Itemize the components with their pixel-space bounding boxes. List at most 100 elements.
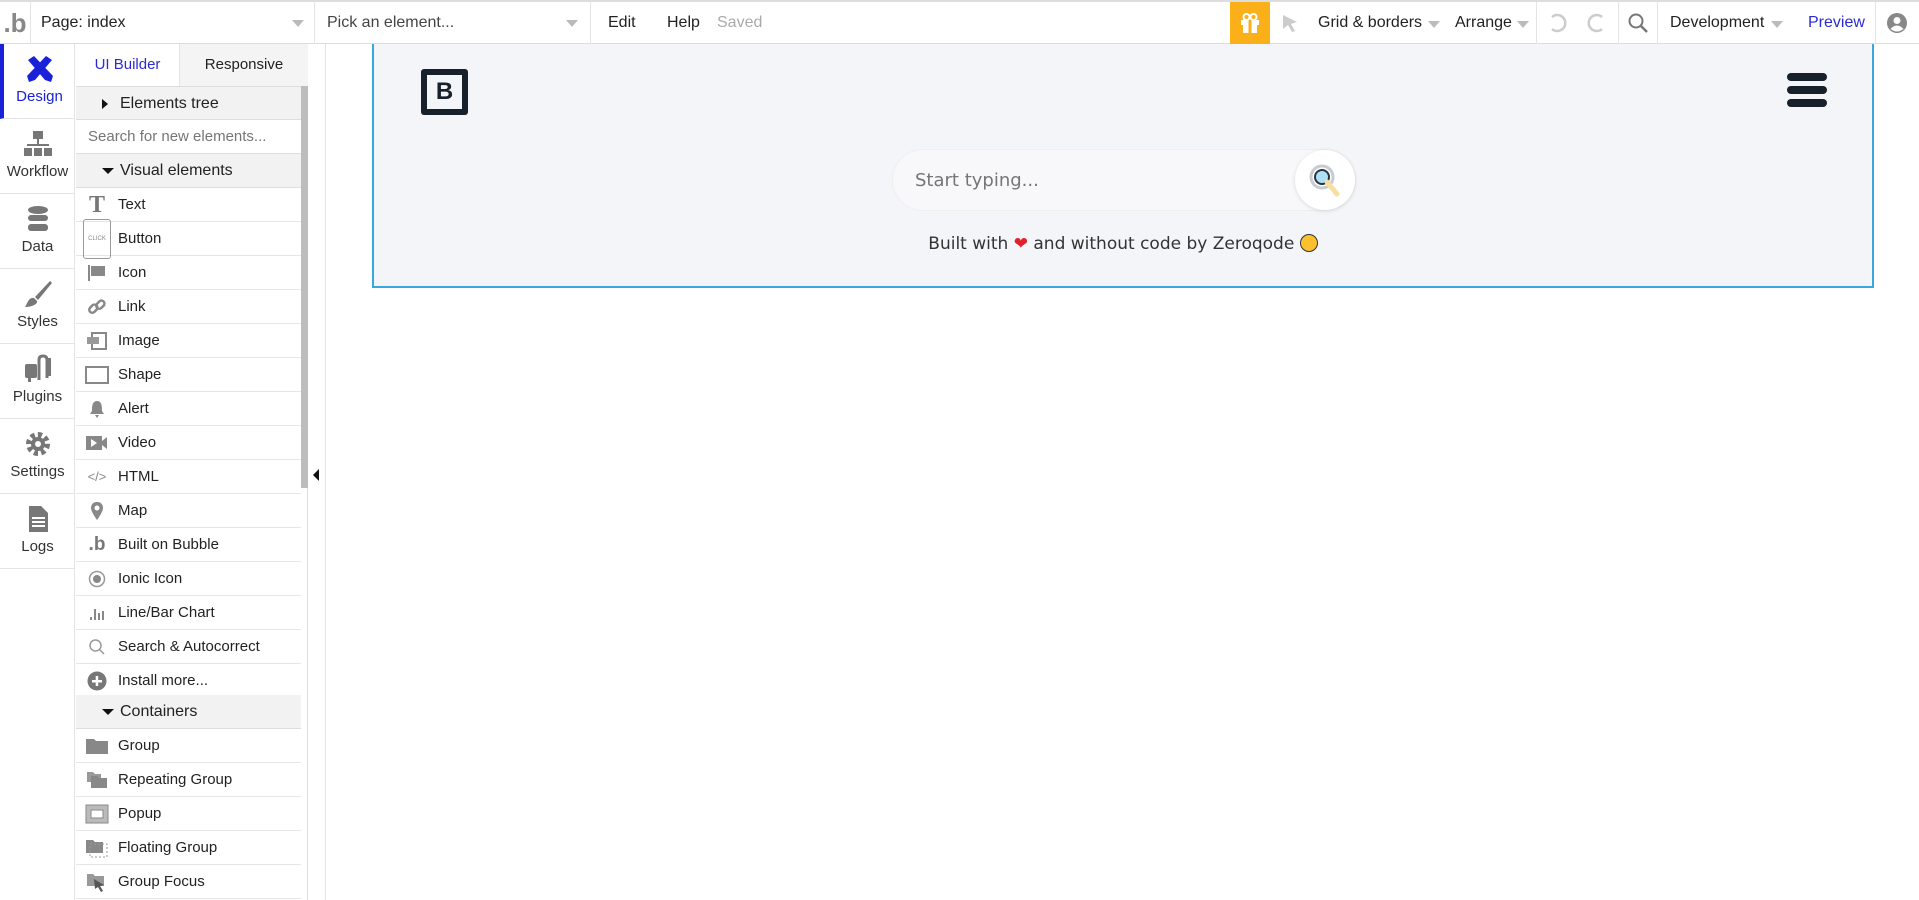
- element-item-label: Shape: [118, 366, 162, 383]
- tab-responsive[interactable]: Responsive: [179, 44, 308, 86]
- element-item-label: Install more...: [118, 672, 209, 689]
- search-button[interactable]: [1295, 150, 1355, 210]
- visual-elements-header[interactable]: Visual elements: [76, 154, 301, 188]
- gear-icon: [25, 432, 50, 456]
- edit-menu[interactable]: Edit: [608, 2, 636, 44]
- element-item-repeating-group[interactable]: Repeating Group: [76, 763, 301, 797]
- redo-icon[interactable]: [1586, 12, 1608, 34]
- elements-panel: UI Builder Responsive Elements tree Visu…: [76, 44, 308, 900]
- install-more-icon: [84, 671, 110, 691]
- tab-ui-builder[interactable]: UI Builder: [76, 44, 179, 86]
- footer-text: Built with: [928, 234, 1009, 254]
- element-item-ionic-icon[interactable]: Ionic Icon: [76, 562, 301, 596]
- containers-header[interactable]: Containers: [76, 695, 301, 729]
- page-canvas[interactable]: B Built with ❤ and without code by Zeroq…: [372, 44, 1874, 288]
- nav-plugins[interactable]: Plugins: [0, 344, 75, 419]
- element-item-label: Search & Autocorrect: [118, 638, 260, 655]
- nav-logs[interactable]: Logs: [0, 494, 75, 569]
- nav-label: Workflow: [6, 163, 69, 180]
- element-item-map[interactable]: Map: [76, 494, 301, 528]
- element-item-search-autocorrect[interactable]: Search & Autocorrect: [76, 630, 301, 664]
- hamburger-menu-icon[interactable]: [1787, 73, 1827, 107]
- element-item-icon[interactable]: Icon: [76, 256, 301, 290]
- gift-button[interactable]: [1230, 2, 1270, 44]
- undo-icon[interactable]: [1546, 12, 1568, 34]
- element-item-alert[interactable]: Alert: [76, 392, 301, 426]
- element-item-popup[interactable]: Popup: [76, 797, 301, 831]
- group-icon: [84, 736, 110, 756]
- element-search-input[interactable]: [76, 120, 301, 154]
- preview-button[interactable]: Preview: [1808, 2, 1865, 44]
- nav-workflow[interactable]: Workflow: [0, 119, 75, 194]
- element-item-button[interactable]: CLICK Button: [76, 219, 301, 259]
- page-select-value: Page: index: [41, 14, 126, 31]
- element-item-label: Group: [118, 737, 160, 754]
- element-item-label: Floating Group: [118, 839, 218, 856]
- element-picker-placeholder: Pick an element...: [327, 14, 455, 31]
- element-item-label: HTML: [118, 468, 159, 485]
- element-item-shape[interactable]: Shape: [76, 358, 301, 392]
- element-item-label: Alert: [118, 400, 149, 417]
- panel-scrollbar[interactable]: [301, 86, 308, 488]
- video-icon: [84, 433, 110, 453]
- smiley-icon: [1299, 234, 1318, 252]
- plug-icon: [24, 354, 51, 382]
- element-item-html[interactable]: </> HTML: [76, 460, 301, 494]
- element-item-floating-group[interactable]: Floating Group: [76, 831, 301, 865]
- search-input[interactable]: [915, 164, 1275, 196]
- element-item-text[interactable]: T Text: [76, 188, 301, 222]
- footer-credit: Built with ❤ and without code by Zeroqod…: [374, 234, 1872, 254]
- nav-data[interactable]: Data: [0, 194, 75, 269]
- element-picker[interactable]: Pick an element...: [315, 2, 591, 44]
- top-toolbar: .b Page: index Pick an element... Edit H…: [0, 0, 1919, 44]
- divider: [1536, 2, 1537, 44]
- panel-collapse-strip[interactable]: [308, 44, 326, 900]
- element-item-label: Built on Bubble: [118, 536, 219, 553]
- popup-icon: [84, 804, 110, 824]
- chevron-down-icon: [1428, 21, 1440, 28]
- elements-tree-toggle[interactable]: Elements tree: [76, 86, 301, 120]
- nav-label: Logs: [21, 538, 54, 555]
- nav-design[interactable]: Design: [0, 44, 75, 119]
- element-item-link[interactable]: Link: [76, 290, 301, 324]
- map-icon: [84, 501, 110, 521]
- help-menu[interactable]: Help: [667, 2, 700, 44]
- nav-label: Data: [21, 238, 54, 255]
- element-item-video[interactable]: Video: [76, 426, 301, 460]
- nav-settings[interactable]: Settings: [0, 419, 75, 494]
- floating-group-icon: [84, 838, 110, 858]
- element-item-image[interactable]: Image: [76, 324, 301, 358]
- brand-logo[interactable]: B: [421, 69, 468, 115]
- bubble-logo-icon[interactable]: .b: [0, 2, 31, 44]
- page-select[interactable]: Page: index: [31, 2, 315, 44]
- element-item-group-focus[interactable]: Group Focus: [76, 865, 301, 899]
- icon-icon: [84, 263, 110, 283]
- database-icon: [27, 206, 48, 231]
- brush-icon: [24, 281, 52, 307]
- design-icon: [26, 56, 53, 82]
- element-item-line-bar-chart[interactable]: Line/Bar Chart: [76, 596, 301, 630]
- nav-label: Styles: [17, 313, 58, 330]
- environment-select[interactable]: Development: [1670, 2, 1764, 44]
- element-item-built-on-bubble[interactable]: .b Built on Bubble: [76, 528, 301, 562]
- element-item-group[interactable]: Group: [76, 729, 301, 763]
- account-icon[interactable]: [1886, 12, 1908, 34]
- cursor-icon[interactable]: [1280, 13, 1300, 33]
- arrange-menu[interactable]: Arrange: [1455, 2, 1512, 44]
- chevron-down-icon: [292, 19, 304, 27]
- element-item-label: Link: [118, 298, 146, 315]
- divider: [1618, 2, 1619, 44]
- element-item-install-more[interactable]: Install more...: [76, 664, 301, 698]
- repeating-group-icon: [84, 770, 110, 790]
- grid-borders-menu[interactable]: Grid & borders: [1318, 2, 1422, 44]
- search-autocorrect-icon: [84, 637, 110, 657]
- search-icon[interactable]: [1627, 12, 1649, 34]
- element-item-label: Icon: [118, 264, 147, 281]
- nav-styles[interactable]: Styles: [0, 269, 75, 344]
- line-bar-chart-icon: [84, 603, 110, 623]
- alert-icon: [84, 399, 110, 419]
- link-icon: [84, 297, 110, 317]
- collapse-arrow-icon[interactable]: [313, 469, 319, 481]
- chevron-down-icon: [566, 19, 578, 27]
- built-on-bubble-icon: .b: [88, 534, 106, 555]
